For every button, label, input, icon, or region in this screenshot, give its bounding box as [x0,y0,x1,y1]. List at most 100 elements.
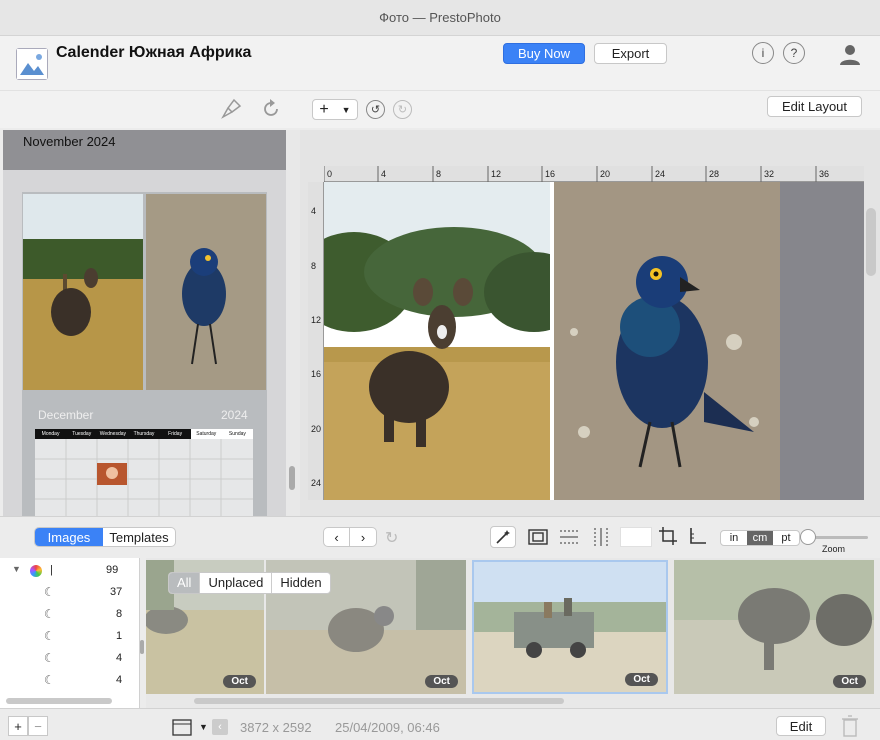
calendar-view-button[interactable] [172,718,194,736]
image-dimensions: 3872 x 2592 [240,720,312,735]
help-button[interactable]: ? [783,42,805,64]
chevron-left-icon: ‹ [334,529,339,545]
brush-icon [221,98,242,119]
calendar-grid: Monday Tuesday Wednesday Thursday Friday… [35,429,253,516]
margin-area [780,182,864,500]
magic-wand-icon [496,530,510,544]
filter-hidden[interactable]: Hidden [271,573,329,593]
chevron-down-icon: ▼ [341,104,351,115]
window-title: Фото — PrestoPhoto [379,10,501,25]
refresh-icon[interactable]: ↻ [385,528,398,548]
remove-source-button[interactable]: − [28,716,48,736]
tab-templates[interactable]: Templates [103,528,175,546]
document-title: Calender Южная Африка [56,44,252,61]
account-button[interactable] [838,42,862,66]
horizontal-ruler: 0 4 8 12 16 20 24 28 32 36 [324,166,864,182]
buy-now-button[interactable]: Buy Now [503,43,585,64]
tab-switcher: Images Templates [34,527,176,547]
distribute-vertical-button[interactable] [590,526,614,548]
value-field[interactable] [620,527,652,547]
distribute-horizontal-icon [560,530,578,544]
distribute-horizontal-button[interactable] [558,526,582,548]
plus-icon: + [14,718,22,734]
ruler-label: 32 [764,169,775,179]
tree-scrollbar[interactable] [6,698,112,704]
fit-frame-icon [528,529,548,545]
ruler-label: 12 [491,169,502,179]
add-source-button[interactable]: + [8,716,28,736]
unit-in[interactable]: in [721,531,747,545]
filter-unplaced[interactable]: Unplaced [199,573,271,593]
add-icon: + [319,100,329,118]
crop-button[interactable] [658,526,680,548]
month-badge: Oct [833,675,866,688]
starling-photo-thumb[interactable] [146,194,266,390]
unit-pt[interactable]: pt [773,531,799,545]
panel-splitter[interactable] [286,130,300,516]
edit-button[interactable]: Edit [776,716,826,736]
tree-row[interactable]: ☾ 37 [0,582,130,604]
next-button[interactable]: › [350,528,376,546]
photos-app-icon [30,565,42,577]
nav-buttons: ‹ › [323,527,377,547]
ruler-label: 16 [311,369,322,379]
tree-row[interactable]: ☾ 4 [0,648,130,670]
redo-button[interactable]: ↻ [393,100,412,119]
info-button[interactable]: i [752,42,774,64]
rotate-icon [264,99,278,116]
album-icon: ☾ [44,585,55,599]
calendar-icon [172,719,192,736]
zoom-slider-knob[interactable] [800,529,816,545]
redo-icon: ↻ [397,104,408,116]
ruler-tool-button[interactable] [688,526,710,548]
layout-toolbar [0,90,880,128]
album-icon: ☾ [44,651,55,665]
deer-photo[interactable] [324,182,550,500]
rotate-button[interactable] [260,98,282,120]
tree-row[interactable]: ☾ 1 [0,626,130,648]
ruler-label: 28 [709,169,720,179]
starling-photo[interactable] [554,182,780,500]
brush-button[interactable] [220,98,242,120]
edit-layout-button[interactable]: Edit Layout [767,96,862,117]
deer-photo-thumb[interactable] [23,194,143,390]
vertical-ruler: 4 8 12 16 20 24 [308,182,324,500]
month-badge: Oct [625,673,658,686]
add-dropdown[interactable]: + ▼ [312,99,358,120]
ruler-label: 8 [311,261,317,271]
album-icon: ☾ [44,629,55,643]
thumbnail[interactable]: Oct [674,560,874,694]
strip-scrollbar[interactable] [194,698,564,704]
info-icon: i [761,46,765,60]
ruler-label: 4 [311,206,317,216]
export-button[interactable]: Export [594,43,667,64]
chevron-down-icon[interactable]: ▼ [199,722,208,732]
prev-button[interactable]: ‹ [324,528,350,546]
trash-button[interactable] [840,714,860,738]
weekday-header: Monday Tuesday Wednesday Thursday Friday… [35,429,253,439]
back-button[interactable]: ‹ [212,719,228,735]
ruler-label: 24 [655,169,666,179]
chevron-left-icon: ‹ [218,721,222,733]
thumbnail-selected[interactable]: Oct [472,560,668,694]
weekday-label: Saturday [190,429,222,439]
undo-button[interactable]: ↺ [366,100,385,119]
undo-icon: ↺ [370,104,381,116]
splitter-handle[interactable] [289,466,295,490]
tab-images[interactable]: Images [35,528,103,546]
ruler-label: 24 [311,478,322,488]
month-badge: Oct [425,675,458,688]
tree-row[interactable]: ☾ 8 [0,604,130,626]
filter-all[interactable]: All [169,573,200,593]
fit-frame-button[interactable] [527,526,551,548]
zoom-label: Zoom [822,544,846,554]
disclosure-triangle-icon[interactable]: ▼ [12,564,21,574]
tree-row[interactable]: ▼ | 99 [0,560,130,582]
tree-row[interactable]: ☾ 4 [0,670,130,692]
weekday-label: Wednesday [99,431,127,437]
magic-wand-button[interactable] [490,526,516,548]
strip-splitter-handle[interactable] [140,640,144,654]
distribute-vertical-icon [594,528,608,546]
unit-cm[interactable]: cm [747,531,773,545]
vertical-scrollbar[interactable] [866,208,876,276]
